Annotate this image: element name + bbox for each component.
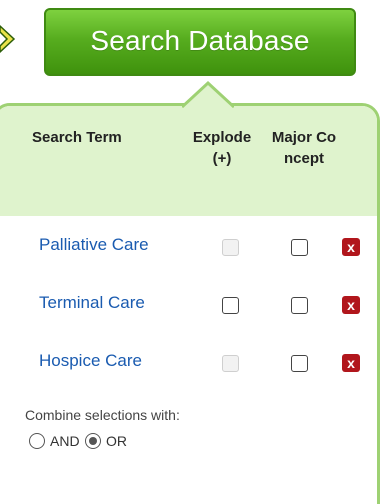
header-search-term: Search Term [32,129,122,146]
major-concept-checkbox[interactable] [291,355,308,372]
header-explode: Explode (+) [192,129,252,167]
term-link-terminal-care[interactable]: Terminal Care [39,293,145,313]
major-concept-checkbox[interactable] [291,297,308,314]
panel-pointer [182,80,234,108]
search-builder: Search Database Search Term Explode (+) M… [0,0,380,504]
table-header: Search Term Explode (+) Major Co ncept [0,106,377,216]
table-row: Palliative Care x [0,227,377,267]
remove-term-button[interactable]: x [342,354,360,372]
or-radio-label[interactable]: OR [106,433,127,450]
combine-label: Combine selections with: [25,407,180,423]
table-row: Terminal Care x [0,285,377,325]
remove-term-button[interactable]: x [342,238,360,256]
search-terms-panel: Search Term Explode (+) Major Co ncept Pal… [0,103,380,504]
radio-selected-dot [89,437,97,445]
term-link-hospice-care[interactable]: Hospice Care [39,351,142,371]
chevron-right-icon [0,24,16,54]
major-concept-checkbox[interactable] [291,239,308,256]
table-row: Hospice Care x [0,343,377,383]
and-radio[interactable] [29,433,45,449]
explode-checkbox [222,355,239,372]
explode-checkbox [222,239,239,256]
remove-term-button[interactable]: x [342,296,360,314]
search-database-button[interactable]: Search Database [44,8,356,76]
header-major-concept: Major Co ncept [271,129,337,167]
or-radio[interactable] [85,433,101,449]
and-radio-label[interactable]: AND [50,433,80,450]
explode-checkbox[interactable] [222,297,239,314]
term-link-palliative-care[interactable]: Palliative Care [39,235,149,255]
